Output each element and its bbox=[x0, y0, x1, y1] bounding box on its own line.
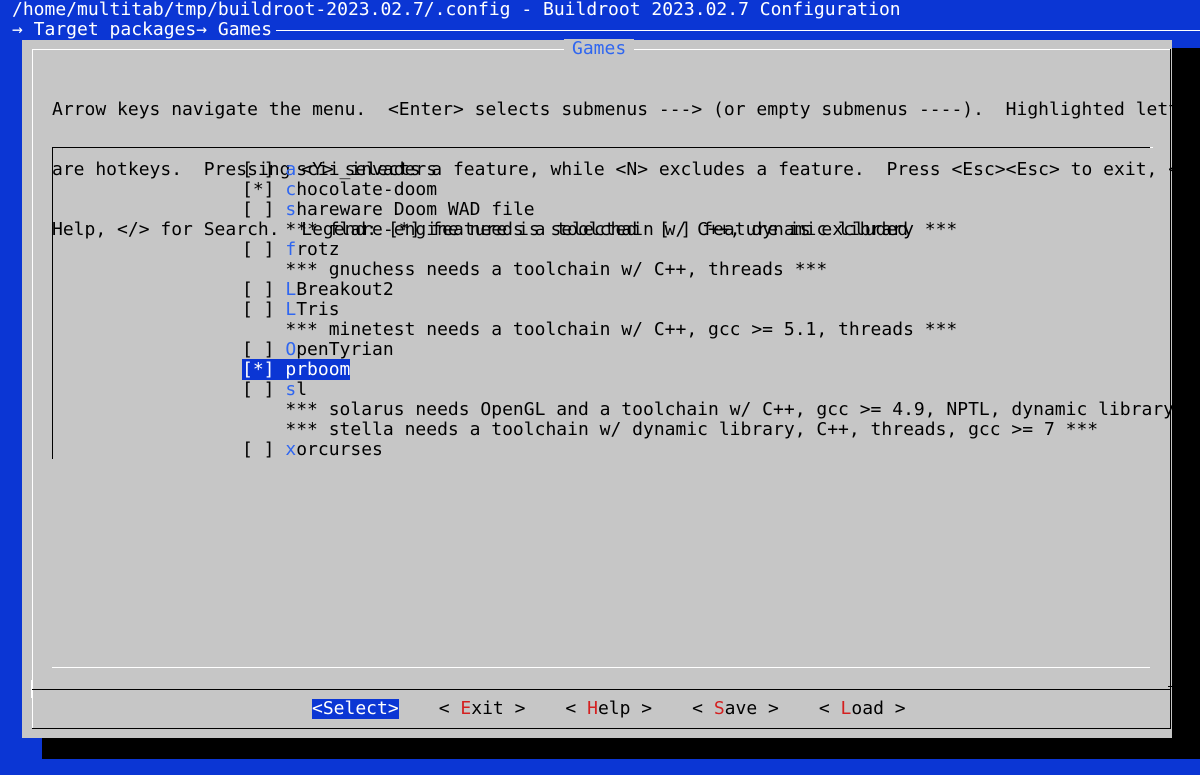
checkbox[interactable]: [ ] bbox=[242, 379, 285, 400]
select-button[interactable]: <Select> bbox=[312, 699, 399, 719]
comment-text: *** solarus needs OpenGL and a toolchain… bbox=[285, 399, 1200, 420]
item-label: hareware Doom WAD file bbox=[296, 199, 535, 220]
menu-list: [ ] ascii_invaders [*] chocolate-doom [ … bbox=[242, 160, 1200, 460]
hotkey-letter: O bbox=[285, 339, 297, 360]
comment-text: *** flare-engine needs a toolchain w/ C+… bbox=[285, 219, 958, 240]
menu-comment-gnuchess: *** gnuchess needs a toolchain w/ C++, t… bbox=[242, 260, 1200, 280]
item-label: Tris bbox=[296, 299, 340, 320]
menu-comment-stella: *** stella needs a toolchain w/ dynamic … bbox=[242, 420, 1200, 440]
hotkey-letter: c bbox=[285, 179, 297, 200]
menu-item-frotz[interactable]: [ ] frotz bbox=[242, 240, 1200, 260]
menu-item-sl[interactable]: [ ] sl bbox=[242, 380, 1200, 400]
window-title: /home/multitab/tmp/buildroot-2023.02.7/.… bbox=[12, 0, 901, 20]
menu-border-bottom bbox=[52, 667, 1150, 668]
item-label: hocolate-doom bbox=[296, 179, 438, 200]
menu-border-top bbox=[52, 147, 1150, 148]
menu-border-left bbox=[52, 147, 53, 459]
menu-border-right bbox=[1150, 147, 1153, 148]
checkbox[interactable]: [ ] bbox=[242, 199, 285, 220]
menu-item-ltris[interactable]: [ ] LTris bbox=[242, 300, 1200, 320]
help-line: Arrow keys navigate the menu. <Enter> se… bbox=[52, 99, 1200, 120]
button-bar: <Select> < Exit > < Help > < Save > < Load > bbox=[312, 699, 906, 719]
load-button[interactable]: < Load > bbox=[819, 699, 906, 719]
hotkey-letter: L bbox=[285, 279, 297, 300]
separator-tick-left bbox=[31, 680, 32, 698]
hotkey-letter: x bbox=[285, 439, 297, 460]
save-button[interactable]: < Save > bbox=[692, 699, 779, 719]
hotkey-letter: L bbox=[840, 698, 852, 719]
dialog-title: Games bbox=[564, 39, 635, 59]
separator-tick-right bbox=[1168, 686, 1172, 687]
menu-comment-solarus: *** solarus needs OpenGL and a toolchain… bbox=[242, 400, 1200, 420]
menu-item-prboom[interactable]: [*] prboom bbox=[242, 359, 1200, 380]
item-label: rotz bbox=[296, 239, 340, 260]
breadcrumb-rule bbox=[276, 30, 1200, 31]
checkbox[interactable]: [ ] bbox=[242, 239, 285, 260]
dialog-border-left bbox=[32, 49, 33, 729]
checkbox[interactable]: [*] bbox=[242, 359, 285, 380]
menu-item-opentyrian[interactable]: [ ] OpenTyrian bbox=[242, 340, 1200, 360]
dialog-border-bottom bbox=[32, 728, 1171, 729]
checkbox[interactable]: [ ] bbox=[242, 279, 285, 300]
menu-item-ascii-invaders[interactable]: [ ] ascii_invaders bbox=[242, 160, 1200, 180]
checkbox[interactable]: [ ] bbox=[242, 339, 285, 360]
hotkey-letter: s bbox=[285, 199, 297, 220]
hotkey-letter: S bbox=[713, 698, 725, 719]
exit-button[interactable]: < Exit > bbox=[439, 699, 526, 719]
menu-item-xorcurses[interactable]: [ ] xorcurses bbox=[242, 440, 1200, 460]
checkbox[interactable]: [*] bbox=[242, 179, 285, 200]
item-label: scii_invaders bbox=[296, 159, 438, 180]
button-separator bbox=[32, 689, 1171, 690]
hotkey-letter: p bbox=[285, 359, 297, 380]
checkbox[interactable]: [ ] bbox=[242, 439, 285, 460]
menu-item-chocolate-doom[interactable]: [*] chocolate-doom bbox=[242, 180, 1200, 200]
hotkey-letter: E bbox=[460, 698, 472, 719]
hotkey-letter: f bbox=[285, 239, 297, 260]
help-button[interactable]: < Help > bbox=[565, 699, 652, 719]
hotkey-letter: L bbox=[285, 299, 297, 320]
item-label: rboom bbox=[296, 359, 351, 380]
comment-text: *** gnuchess needs a toolchain w/ C++, t… bbox=[285, 259, 828, 280]
checkbox[interactable]: [ ] bbox=[242, 159, 285, 180]
comment-text: *** stella needs a toolchain w/ dynamic … bbox=[285, 419, 1099, 440]
menu-item-shareware-doom-wad[interactable]: [ ] shareware Doom WAD file bbox=[242, 200, 1200, 220]
breadcrumb: → Target packages→ Games bbox=[12, 19, 273, 40]
hotkey-letter: a bbox=[285, 159, 297, 180]
comment-text: *** minetest needs a toolchain w/ C++, g… bbox=[285, 319, 958, 340]
item-label: l bbox=[296, 379, 308, 400]
item-label: orcurses bbox=[296, 439, 383, 460]
hotkey-letter: s bbox=[285, 379, 297, 400]
item-label: penTyrian bbox=[296, 339, 394, 360]
menu-comment-minetest: *** minetest needs a toolchain w/ C++, g… bbox=[242, 320, 1200, 340]
checkbox[interactable]: [ ] bbox=[242, 299, 285, 320]
menu-item-lbreakout2[interactable]: [ ] LBreakout2 bbox=[242, 280, 1200, 300]
item-label: Breakout2 bbox=[296, 279, 394, 300]
menu-comment-flare-engine: *** flare-engine needs a toolchain w/ C+… bbox=[242, 220, 1200, 240]
hotkey-letter: H bbox=[587, 698, 598, 719]
